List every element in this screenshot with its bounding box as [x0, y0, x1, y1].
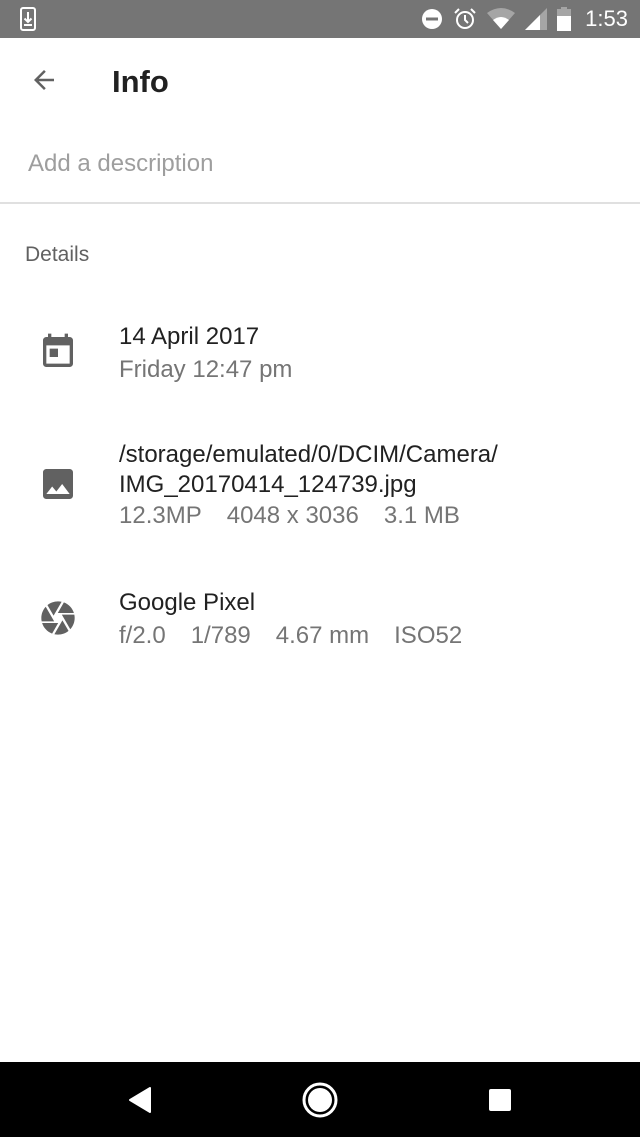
description-input[interactable] [0, 126, 640, 204]
battery-icon [557, 7, 572, 31]
navigation-bar [0, 1062, 640, 1137]
page-title: Info [112, 64, 169, 99]
details-header: Details [25, 243, 90, 266]
camera-aperture-icon [41, 601, 75, 635]
back-button[interactable] [24, 60, 64, 100]
app-bar: Info [0, 38, 640, 126]
back-nav-icon [129, 1087, 151, 1113]
cell-signal-icon [525, 8, 548, 30]
clock: 1:53 [585, 6, 628, 31]
nav-home-button[interactable] [296, 1076, 344, 1124]
file-path-line-1: /storage/emulated/0/DCIM/Camera/ [119, 441, 498, 468]
home-nav-icon [302, 1082, 338, 1118]
camera-settings: f/2.0 1/789 4.67 mm ISO52 [119, 620, 462, 652]
file-size: 3.1 MB [383, 502, 460, 529]
alarm-icon [454, 8, 476, 29]
wifi-icon [487, 8, 516, 29]
arrow-back-icon [34, 70, 54, 90]
file-name: IMG_20170414_124739.jpg [119, 471, 417, 498]
date-primary: 14 April 2017 [119, 323, 260, 350]
date-secondary: Friday 12:47 pm [119, 354, 292, 386]
shutter-speed: 1/789 [190, 622, 251, 649]
calendar-icon [43, 333, 73, 367]
iso: ISO52 [394, 622, 463, 649]
status-bar: 1:53 [0, 0, 640, 38]
date-time-text: Friday 12:47 pm [119, 356, 293, 383]
camera-model: Google Pixel [119, 589, 256, 616]
nav-recents-button[interactable] [476, 1076, 524, 1124]
resolution-mp: 12.3MP [119, 502, 202, 529]
nav-back-button[interactable] [116, 1076, 164, 1124]
do-not-disturb-icon [422, 9, 443, 29]
download-notification-icon [20, 7, 36, 31]
recents-nav-icon [489, 1089, 511, 1111]
aperture: f/2.0 [119, 622, 166, 649]
dimensions: 4048 x 3036 [226, 502, 359, 529]
image-icon [43, 469, 73, 499]
file-meta: 12.3MP 4048 x 3036 3.1 MB [119, 500, 498, 532]
focal-length: 4.67 mm [275, 622, 370, 649]
